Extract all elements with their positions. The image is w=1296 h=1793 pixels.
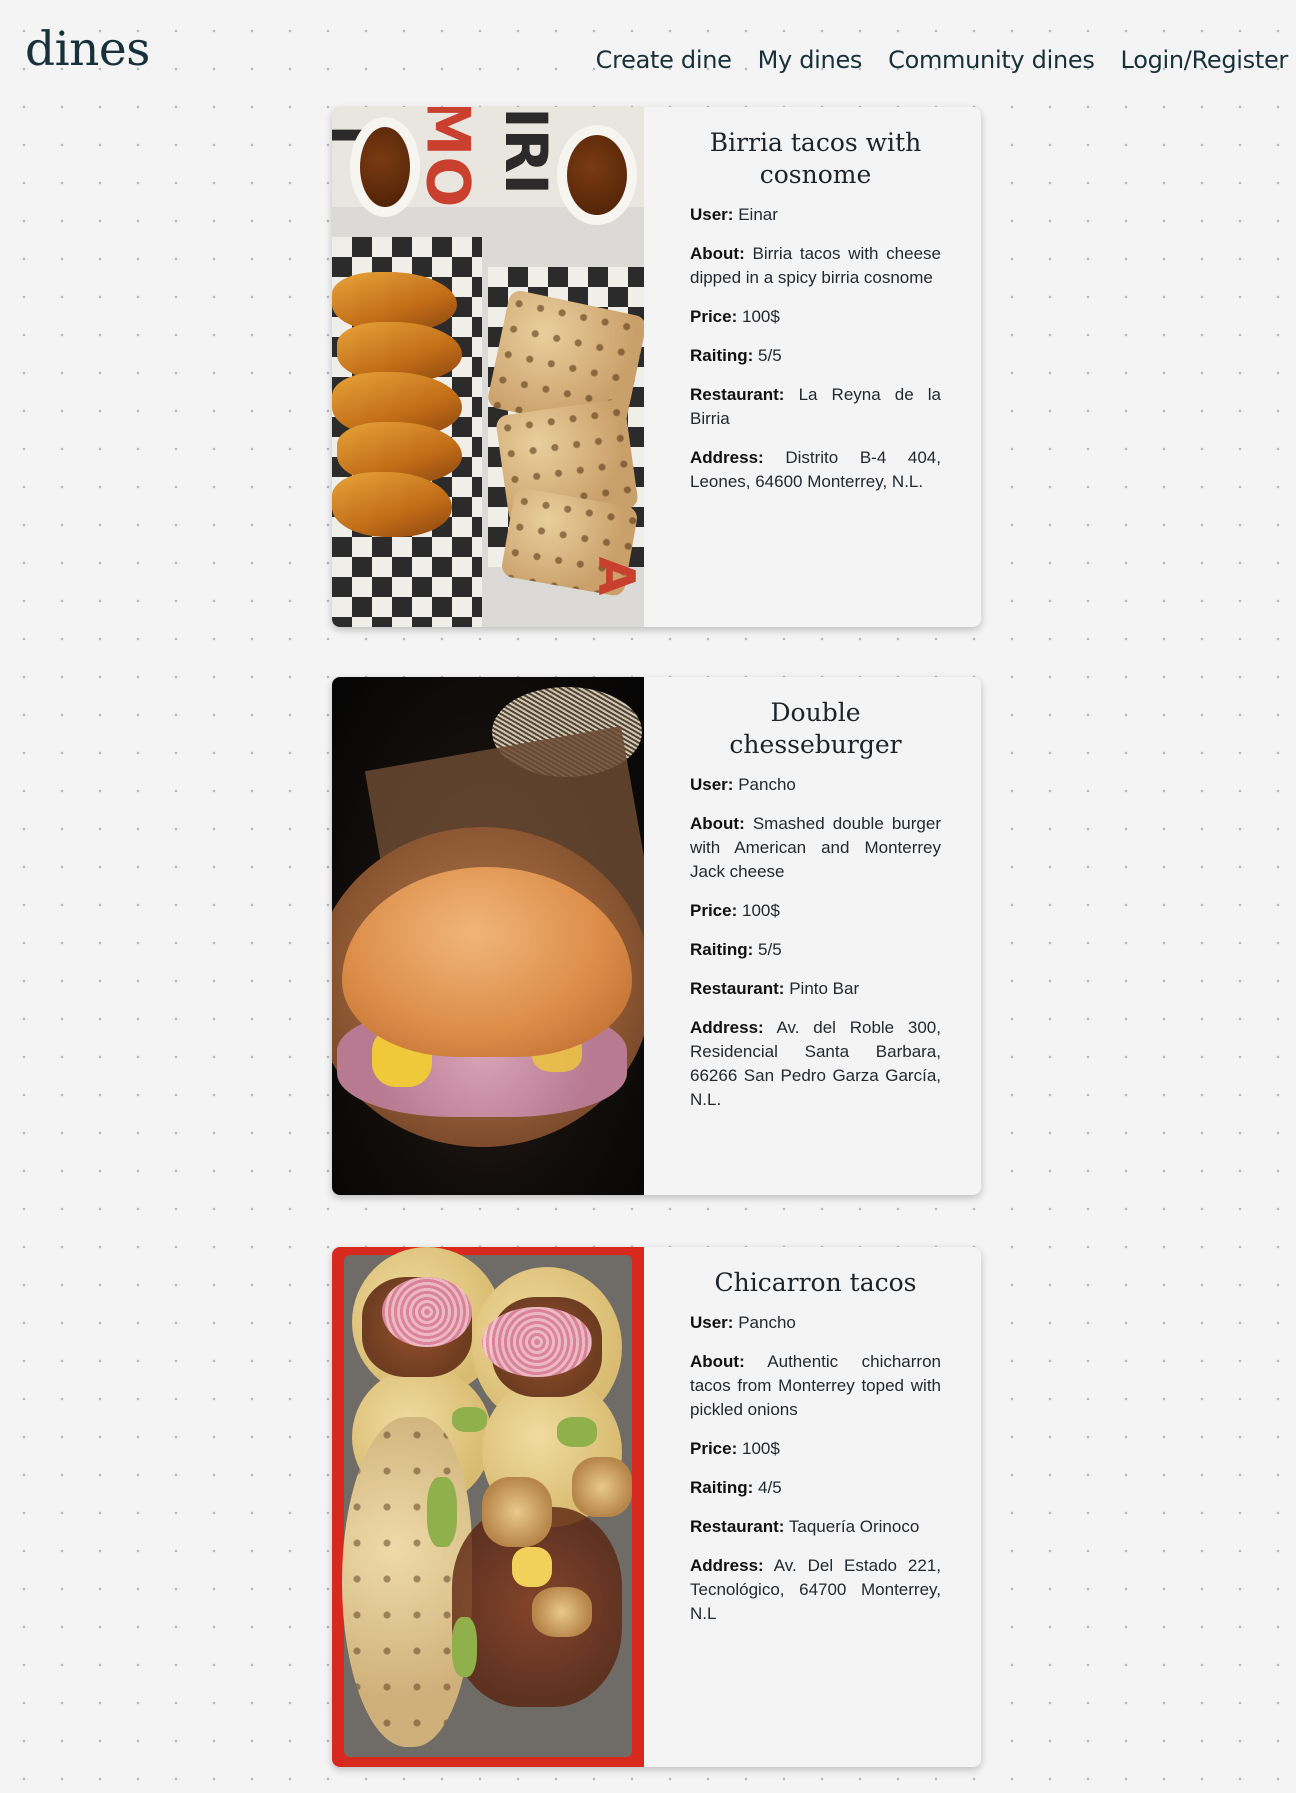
dine-restaurant: Restaurant: Pinto Bar bbox=[690, 977, 941, 1001]
dine-rating: Raiting: 5/5 bbox=[690, 344, 941, 368]
photo-decor: IRI bbox=[491, 107, 560, 195]
field-value: 100$ bbox=[741, 307, 780, 326]
chicharron-shape bbox=[572, 1457, 632, 1517]
dine-card: I MO IRI A Birria tacos with cosnome Use… bbox=[332, 107, 981, 627]
field-value: 100$ bbox=[741, 901, 780, 920]
birria-tacos-photo: I MO IRI A bbox=[332, 107, 644, 627]
dine-rating: Raiting: 5/5 bbox=[690, 938, 941, 962]
dine-title: Double chesseburger bbox=[729, 698, 902, 759]
field-label: About: bbox=[690, 814, 745, 833]
field-label: Price: bbox=[690, 901, 738, 920]
dine-rating: Raiting: 4/5 bbox=[690, 1476, 941, 1500]
dine-address: Address: Av. del Roble 300, Residencial … bbox=[690, 1016, 941, 1112]
dine-about: About: Smashed double burger with Americ… bbox=[690, 812, 941, 884]
dine-address: Address: Distrito B-4 404, Leones, 64600… bbox=[690, 446, 941, 494]
field-value: Einar bbox=[738, 205, 778, 224]
field-value: Pancho bbox=[738, 775, 796, 794]
field-label: About: bbox=[690, 244, 745, 263]
field-value: Pancho bbox=[738, 1313, 796, 1332]
nav-login-register[interactable]: Login/Register bbox=[1121, 46, 1289, 74]
dine-card: Chicarron tacos User: Pancho About: Auth… bbox=[332, 1247, 981, 1767]
field-label: Price: bbox=[690, 1439, 738, 1458]
dine-info: Birria tacos with cosnome User: Einar Ab… bbox=[644, 107, 981, 627]
site-header: dines Create dine My dines Community din… bbox=[0, 0, 1296, 100]
dine-user: User: Einar bbox=[690, 203, 941, 227]
field-label: Restaurant: bbox=[690, 1517, 785, 1536]
nav-my-dines[interactable]: My dines bbox=[758, 46, 863, 74]
field-label: Restaurant: bbox=[690, 979, 785, 998]
field-label: Price: bbox=[690, 307, 738, 326]
dine-card: Double chesseburger User: Pancho About: … bbox=[332, 677, 981, 1195]
dine-restaurant: Restaurant: La Reyna de la Birria bbox=[690, 383, 941, 431]
field-value: 5/5 bbox=[758, 940, 782, 959]
dine-price: Price: 100$ bbox=[690, 305, 941, 329]
chicharron-shape bbox=[482, 1477, 552, 1547]
field-label: Address: bbox=[690, 1018, 764, 1037]
field-value: Pinto Bar bbox=[789, 979, 860, 998]
dine-user: User: Pancho bbox=[690, 773, 941, 797]
field-label: User: bbox=[690, 775, 734, 794]
photo-decor: A bbox=[587, 556, 644, 596]
dine-restaurant: Restaurant: Taquería Orinoco bbox=[690, 1515, 941, 1539]
dine-about: About: Birria tacos with cheese dipped i… bbox=[690, 242, 941, 290]
field-value: 5/5 bbox=[758, 346, 782, 365]
field-label: About: bbox=[690, 1352, 745, 1371]
avocado-shape bbox=[557, 1417, 597, 1447]
avocado-shape bbox=[452, 1617, 477, 1677]
field-label: Raiting: bbox=[690, 1478, 754, 1497]
field-value: 100$ bbox=[741, 1439, 780, 1458]
field-value: Taquería Orinoco bbox=[788, 1517, 920, 1536]
avocado-shape bbox=[452, 1407, 487, 1432]
chicharron-shape bbox=[532, 1587, 592, 1637]
nav-create-dine[interactable]: Create dine bbox=[596, 46, 732, 74]
field-label: User: bbox=[690, 205, 734, 224]
dine-about: About: Authentic chicharron tacos from M… bbox=[690, 1350, 941, 1422]
onion-shape bbox=[382, 1277, 472, 1347]
cheeseburger-photo bbox=[332, 677, 644, 1195]
avocado-shape bbox=[427, 1477, 457, 1547]
dine-user: User: Pancho bbox=[690, 1311, 941, 1335]
dine-price: Price: 100$ bbox=[690, 1437, 941, 1461]
dine-info: Double chesseburger User: Pancho About: … bbox=[644, 677, 981, 1195]
cup-shape bbox=[350, 117, 420, 217]
field-label: Restaurant: bbox=[690, 385, 785, 404]
dine-title: Chicarron tacos bbox=[714, 1268, 917, 1297]
dine-price: Price: 100$ bbox=[690, 899, 941, 923]
field-label: Raiting: bbox=[690, 940, 754, 959]
site-logo[interactable]: dines bbox=[25, 22, 150, 77]
field-value: 4/5 bbox=[758, 1478, 782, 1497]
dine-info: Chicarron tacos User: Pancho About: Auth… bbox=[644, 1247, 981, 1767]
onion-shape bbox=[482, 1307, 592, 1377]
nav-community-dines[interactable]: Community dines bbox=[888, 46, 1095, 74]
chicharron-tacos-photo bbox=[332, 1247, 644, 1767]
dine-title: Birria tacos with cosnome bbox=[709, 128, 922, 189]
dine-address: Address: Av. Del Estado 221, Tecnológico… bbox=[690, 1554, 941, 1626]
field-label: User: bbox=[690, 1313, 734, 1332]
pineapple-shape bbox=[512, 1547, 552, 1587]
field-label: Address: bbox=[690, 1556, 764, 1575]
field-label: Raiting: bbox=[690, 346, 754, 365]
photo-decor: MO bbox=[412, 107, 483, 208]
field-label: Address: bbox=[690, 448, 764, 467]
main-nav: Create dine My dines Community dines Log… bbox=[596, 46, 1289, 74]
cup-shape bbox=[557, 125, 637, 225]
